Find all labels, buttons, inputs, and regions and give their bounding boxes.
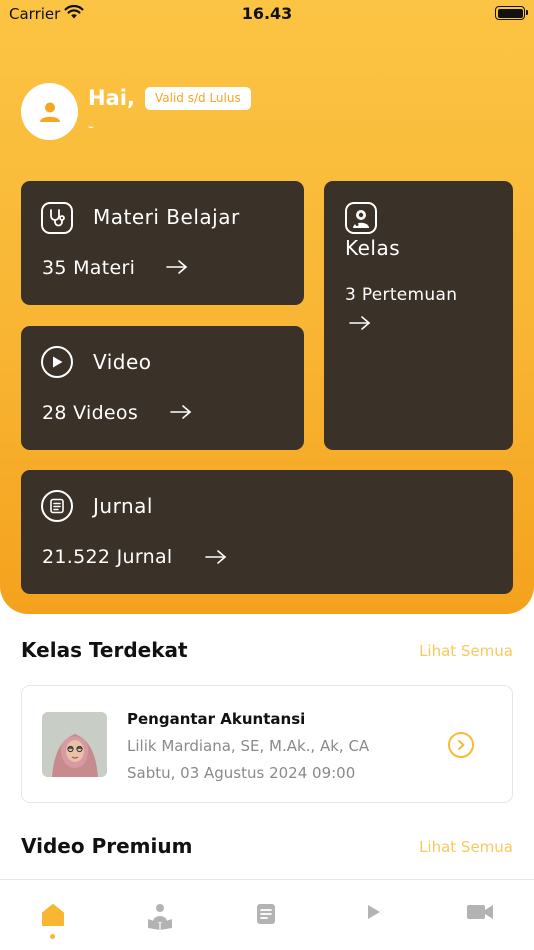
tab-journal[interactable]: [213, 880, 319, 950]
class-datetime: Sabtu, 03 Agustus 2024 09:00: [127, 764, 356, 782]
arrow-right-icon: [170, 405, 192, 419]
see-all-link[interactable]: Lihat Semua: [419, 838, 513, 856]
stethoscope-icon: [41, 202, 73, 234]
see-all-link[interactable]: Lihat Semua: [419, 642, 513, 660]
teacher-photo: [42, 712, 107, 777]
active-indicator: [50, 934, 55, 939]
tab-bar: [0, 879, 534, 950]
materi-belajar-card[interactable]: Materi Belajar 35 Materi: [21, 181, 304, 305]
tab-learning[interactable]: [107, 880, 213, 950]
tab-video[interactable]: [320, 880, 426, 950]
card-count: 35 Materi: [42, 257, 136, 279]
jurnal-card[interactable]: Jurnal 21.522 Jurnal: [21, 470, 513, 594]
reader-icon: [148, 904, 172, 930]
section-title-kelas-terdekat: Kelas Terdekat: [21, 638, 188, 662]
video-card[interactable]: Video 28 Videos: [21, 326, 304, 450]
journal-icon: [41, 490, 73, 522]
card-title: Kelas: [345, 236, 401, 260]
class-teacher: Lilik Mardiana, SE, M.Ak., Ak, CA: [127, 737, 370, 755]
kelas-card[interactable]: Kelas 3 Pertemuan: [324, 181, 513, 450]
battery-icon: [495, 6, 528, 20]
chevron-right-icon[interactable]: [448, 732, 474, 758]
tab-home[interactable]: [0, 880, 106, 950]
doctor-icon: [345, 202, 377, 234]
play-icon: [368, 905, 380, 919]
card-title: Jurnal: [93, 494, 153, 518]
arrow-right-icon: [166, 260, 188, 274]
tab-live[interactable]: [427, 880, 533, 950]
card-count: 21.522 Jurnal: [42, 546, 173, 568]
status-bar: Carrier 16.43: [0, 0, 534, 30]
arrow-right-icon: [349, 316, 371, 330]
status-badge: Valid s/d Lulus: [145, 87, 251, 110]
home-icon: [42, 904, 64, 926]
user-icon: [39, 102, 60, 122]
card-count: 3 Pertemuan: [345, 285, 458, 305]
arrow-right-icon: [205, 550, 227, 564]
video-camera-icon: [467, 905, 493, 919]
journal-icon: [257, 904, 275, 924]
avatar[interactable]: [21, 83, 78, 140]
username-text: -: [88, 117, 94, 136]
play-icon: [41, 346, 73, 378]
card-title: Video: [93, 350, 152, 374]
status-time: 16.43: [241, 4, 293, 23]
section-title-video-premium: Video Premium: [21, 834, 193, 858]
class-list-item[interactable]: Pengantar Akuntansi Lilik Mardiana, SE, …: [21, 685, 513, 803]
class-name: Pengantar Akuntansi: [127, 710, 306, 728]
card-count: 28 Videos: [42, 402, 139, 424]
greeting-text: Hai,: [88, 86, 135, 110]
card-title: Materi Belajar: [93, 205, 240, 229]
